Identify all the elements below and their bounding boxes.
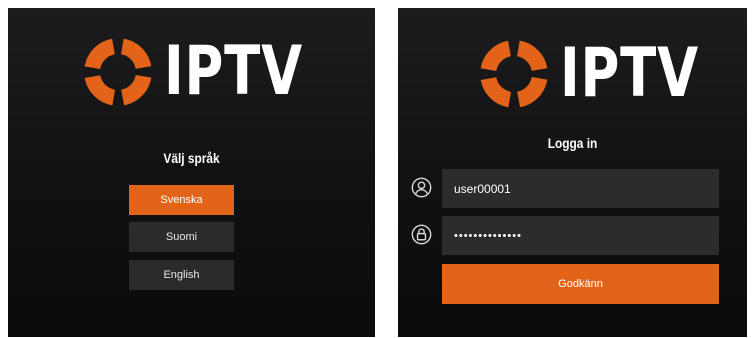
brand-name: IPTV: [164, 32, 303, 111]
login-heading: Logga in: [547, 135, 598, 151]
logo-icon: [84, 38, 152, 106]
login-screen: IPTV Logga in user00001 •••••••••••••• G…: [398, 8, 747, 337]
language-option-english[interactable]: English: [129, 260, 234, 290]
language-select-screen: IPTV Välj språk Svenska Suomi English: [8, 8, 375, 337]
submit-button[interactable]: Godkänn: [442, 264, 719, 304]
language-option-svenska[interactable]: Svenska: [129, 185, 234, 215]
app-logo: IPTV: [478, 38, 738, 110]
language-option-suomi[interactable]: Suomi: [129, 222, 234, 252]
language-heading: Välj språk: [163, 150, 220, 166]
logo-icon: [480, 40, 548, 108]
brand-name: IPTV: [560, 34, 699, 113]
password-field[interactable]: ••••••••••••••: [442, 216, 719, 255]
lock-icon: [411, 224, 432, 245]
user-icon: [411, 177, 432, 198]
app-logo: IPTV: [82, 36, 342, 108]
username-field[interactable]: user00001: [442, 169, 719, 208]
